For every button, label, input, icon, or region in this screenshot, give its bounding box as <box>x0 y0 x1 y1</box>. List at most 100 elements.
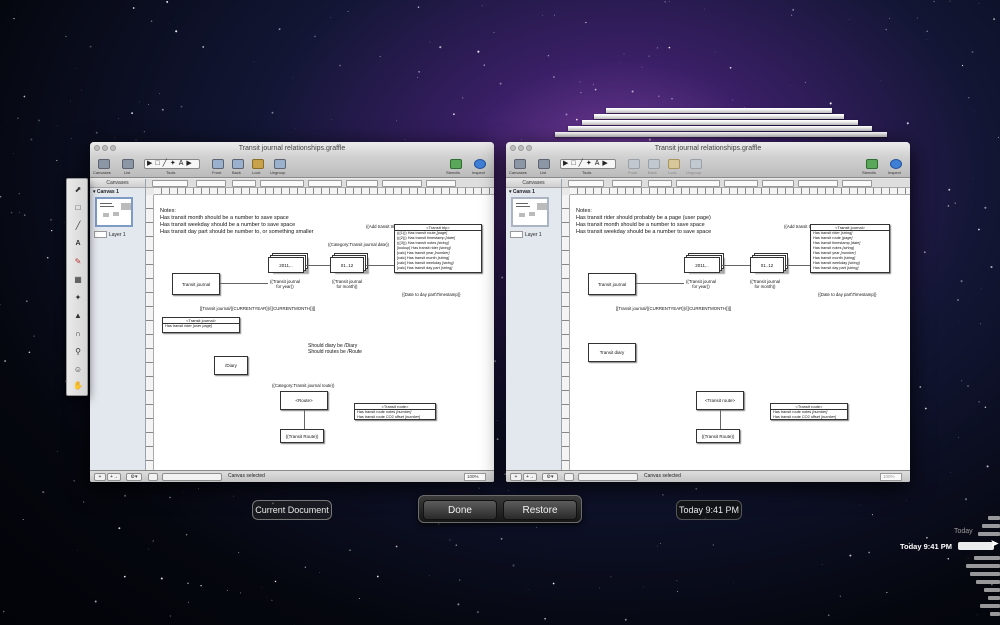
style-brush-icon[interactable]: ✦ <box>73 293 83 303</box>
front-icon[interactable] <box>628 159 640 169</box>
canvas-thumbnail[interactable] <box>95 197 133 227</box>
selection-field[interactable] <box>162 473 222 481</box>
ungroup-icon[interactable] <box>274 159 286 169</box>
timeline-tick[interactable] <box>980 604 1000 608</box>
transit-diary-box[interactable]: Transit diary <box>588 343 636 362</box>
close-icon[interactable] <box>94 145 100 151</box>
title-bar[interactable]: Transit journal relationships.graffle <box>90 142 494 156</box>
add-canvas-button[interactable]: + <box>94 473 106 481</box>
inspect-icon[interactable] <box>890 159 902 169</box>
diagram-tool-icon[interactable]: ▦ <box>73 275 83 285</box>
transit-route-entity[interactable]: <Transit route> Has transit route notes … <box>770 403 848 420</box>
current-document-window[interactable]: Transit journal relationships.graffle Ca… <box>90 142 494 482</box>
drawing-canvas[interactable]: Notes: Has transit rider should probably… <box>570 195 910 470</box>
route-category-label[interactable]: ((Category:Transit journal route)) <box>272 383 334 388</box>
stencils-icon[interactable] <box>450 159 462 169</box>
month-caption[interactable]: ((Transit journal for month)) <box>750 279 780 289</box>
shape-tool-icon[interactable]: □ <box>73 203 83 213</box>
window-controls[interactable] <box>510 145 532 151</box>
link-caption[interactable]: [[Transit journal/{{CURRENTYEAR}}/{{CURR… <box>200 306 315 311</box>
backup-document-window[interactable]: Transit journal relationships.graffle Ca… <box>506 142 910 482</box>
text-tool-icon[interactable]: A <box>73 239 83 249</box>
add-layer-button[interactable]: +→ <box>107 473 121 481</box>
backup-window-edge[interactable] <box>568 126 872 131</box>
backup-window-edge[interactable] <box>555 132 887 137</box>
timeline-selected-label[interactable]: Today 9:41 PM <box>900 542 952 551</box>
shadow-field[interactable] <box>798 180 838 187</box>
tool-selector[interactable]: ▶□╱✦A▶ <box>144 159 200 169</box>
route-box[interactable]: <Route> <box>280 391 328 410</box>
canvases-icon[interactable] <box>98 159 110 169</box>
window-controls[interactable] <box>94 145 116 151</box>
year-stack-box[interactable]: 2011,.. <box>268 257 304 273</box>
lock-icon[interactable] <box>252 159 264 169</box>
size-field[interactable] <box>612 180 642 187</box>
year-caption[interactable]: ((Transit journal for year)) <box>686 279 716 289</box>
timeline-today-label[interactable]: Today <box>954 528 973 535</box>
timeline-tick[interactable] <box>982 524 1000 528</box>
back-icon[interactable] <box>648 159 660 169</box>
month-stack-box[interactable]: 01..12 <box>750 257 784 273</box>
date-caption[interactable]: {{Date to day part\Timestamp}} <box>818 292 877 297</box>
month-stack-box[interactable]: 01..12 <box>330 257 364 273</box>
stroke-field[interactable] <box>648 180 672 187</box>
backup-window-edge[interactable] <box>606 108 832 113</box>
zoom-icon[interactable] <box>110 145 116 151</box>
drawing-canvas[interactable]: Notes: Has transit month should be a num… <box>154 195 494 470</box>
ungroup-icon[interactable] <box>690 159 702 169</box>
back-icon[interactable] <box>232 159 244 169</box>
zoom-field[interactable]: 100% <box>880 473 902 481</box>
zoom-tool-icon[interactable]: ⚲ <box>73 347 83 357</box>
size-field[interactable] <box>196 180 226 187</box>
transit-journal-entity[interactable]: <Transit journal> Has transit rider [str… <box>810 224 890 273</box>
stamp-tool-icon[interactable]: ▲ <box>73 311 83 321</box>
alignment-buttons[interactable] <box>676 180 720 187</box>
line-tool-icon[interactable]: ╱ <box>73 221 83 231</box>
front-icon[interactable] <box>212 159 224 169</box>
action-menu-button[interactable]: ⚙▾ <box>126 473 142 481</box>
selection-field[interactable] <box>578 473 638 481</box>
sidebar-item-canvas-1[interactable]: ▾ Canvas 1 <box>506 188 561 196</box>
grid-toggle[interactable] <box>148 473 158 481</box>
backup-window-edge[interactable] <box>582 120 858 125</box>
close-icon[interactable] <box>510 145 516 151</box>
transit-journal-box[interactable]: Transit journal <box>172 273 220 295</box>
fill-field[interactable] <box>308 180 342 187</box>
grid-toggle[interactable] <box>564 473 574 481</box>
minimize-icon[interactable] <box>518 145 524 151</box>
tool-selector[interactable]: ▶□╱✦A▶ <box>560 159 616 169</box>
canvases-icon[interactable] <box>514 159 526 169</box>
timeline-tick[interactable] <box>984 588 1000 592</box>
diary-box[interactable]: /Diary <box>214 356 248 375</box>
inspect-icon[interactable] <box>474 159 486 169</box>
route-box[interactable]: <Transit route> <box>696 391 744 410</box>
transit-journal-box[interactable]: Transit journal <box>588 273 636 295</box>
pen-tool-icon[interactable]: ✎ <box>73 257 83 267</box>
zoom-field[interactable]: 100% <box>464 473 486 481</box>
add-canvas-button[interactable]: + <box>510 473 522 481</box>
sidebar-item-canvas-1[interactable]: ▾ Canvas 1 <box>90 188 145 196</box>
style-tray[interactable] <box>842 180 872 187</box>
month-caption[interactable]: ((Transit journal for month)) <box>332 279 362 289</box>
minimize-icon[interactable] <box>102 145 108 151</box>
list-icon[interactable] <box>538 159 550 169</box>
line-style-field[interactable] <box>762 180 794 187</box>
sidebar-item-layer-1[interactable]: Layer 1 <box>506 228 561 241</box>
restore-button[interactable]: Restore <box>503 500 577 520</box>
font-field[interactable] <box>568 180 604 187</box>
date-caption[interactable]: {{Date to day part\Timestamp}} <box>402 292 461 297</box>
alignment-buttons[interactable] <box>260 180 304 187</box>
year-caption[interactable]: ((Transit journal for year)) <box>270 279 300 289</box>
timeline-selected-bar[interactable] <box>958 542 994 550</box>
timeline-tick[interactable] <box>970 572 1000 576</box>
fill-field[interactable] <box>724 180 758 187</box>
year-stack-box[interactable]: 2011,.. <box>684 257 720 273</box>
zoom-icon[interactable] <box>526 145 532 151</box>
shadow-field[interactable] <box>382 180 422 187</box>
timeline-tick[interactable] <box>988 516 1000 520</box>
line-style-field[interactable] <box>346 180 378 187</box>
browse-tool-icon[interactable]: ☺ <box>73 365 83 375</box>
transit-journal-entity[interactable]: <Transit journal> Has transit rider [use… <box>162 317 240 333</box>
timeline-tick[interactable] <box>974 556 1000 560</box>
stroke-field[interactable] <box>232 180 256 187</box>
